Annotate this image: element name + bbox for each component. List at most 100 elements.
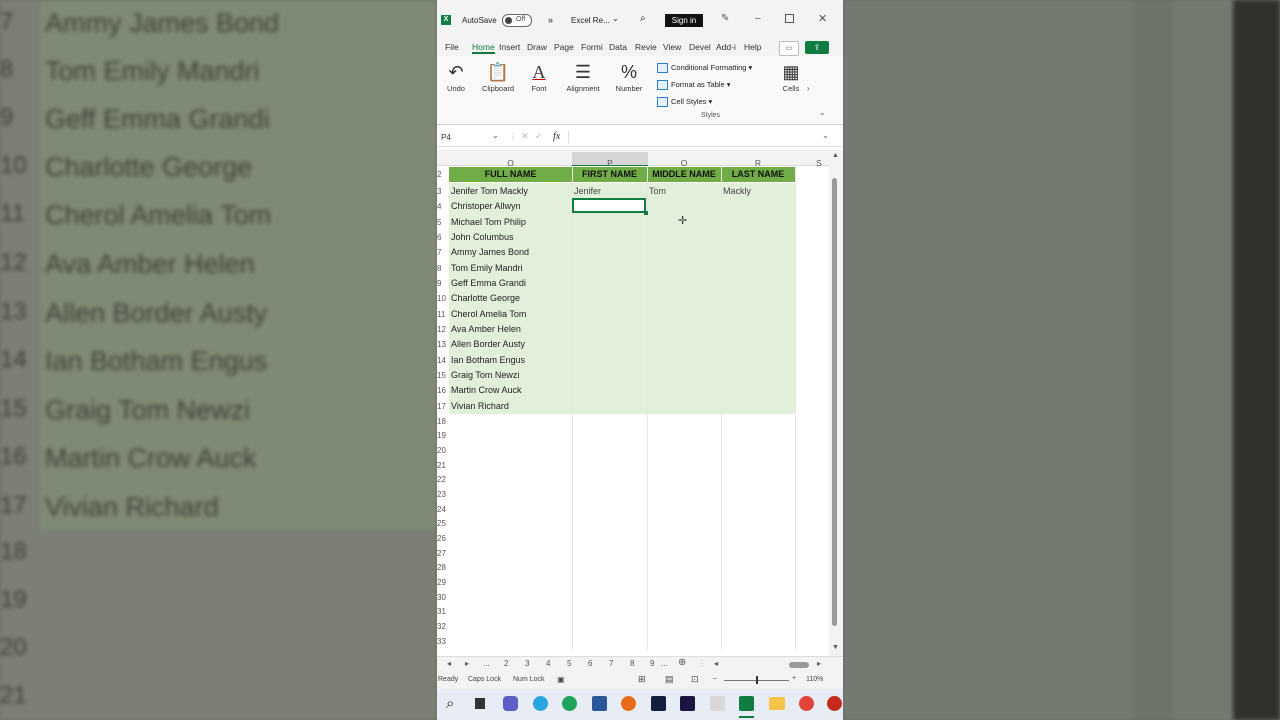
cell-full-name[interactable]: Michael Tom Philip: [451, 215, 526, 230]
row-number[interactable]: 17: [437, 399, 449, 414]
file-name[interactable]: Excel Re...: [571, 16, 610, 25]
sheet-tab[interactable]: ...: [483, 659, 490, 668]
word-icon[interactable]: [592, 696, 607, 711]
add-sheet-icon[interactable]: ⊕: [678, 657, 686, 668]
task-view-icon[interactable]: [475, 698, 485, 709]
scroll-up-icon[interactable]: ▲: [832, 152, 839, 159]
tab-draw[interactable]: Draw: [527, 42, 547, 52]
row-number[interactable]: 3: [437, 184, 449, 199]
minimize-icon[interactable]: –: [755, 13, 761, 24]
app-icon[interactable]: [710, 696, 725, 711]
sheet-tab[interactable]: 6: [588, 659, 592, 668]
scroll-left-icon[interactable]: ◂: [714, 659, 718, 668]
edge-icon[interactable]: [562, 696, 577, 711]
file-explorer-icon[interactable]: [769, 697, 785, 710]
font-group[interactable]: A Font: [527, 60, 551, 93]
cell-last-name[interactable]: Mackly: [723, 184, 751, 199]
sheet-tab[interactable]: 8: [630, 659, 634, 668]
ribbon-expand-icon[interactable]: ⌄: [819, 108, 826, 117]
photoshop-icon[interactable]: [651, 696, 666, 711]
scroll-down-icon[interactable]: ▼: [832, 644, 839, 651]
sheet-tab[interactable]: 7: [609, 659, 613, 668]
cell-middle-name[interactable]: Tom: [649, 184, 666, 199]
pen-icon[interactable]: ✎: [721, 13, 729, 24]
row-number[interactable]: 21: [437, 458, 449, 473]
row-number[interactable]: 28: [437, 560, 449, 575]
active-cell-p4[interactable]: [572, 198, 646, 213]
prev-sheet-icon[interactable]: ◂: [447, 659, 451, 668]
tab-home[interactable]: Home: [472, 42, 495, 54]
tab-insert[interactable]: Insert: [499, 42, 520, 52]
vertical-scrollbar[interactable]: ▲ ▼: [829, 150, 843, 656]
maximize-icon[interactable]: [785, 14, 794, 23]
firefox-icon[interactable]: [621, 696, 636, 711]
clipboard-group[interactable]: 📋 Clipboard: [479, 60, 517, 93]
scroll-right-icon[interactable]: ▸: [817, 659, 821, 668]
name-box[interactable]: P4: [441, 133, 451, 142]
page-layout-icon[interactable]: ▤: [665, 674, 674, 685]
cell-first-name[interactable]: Jenifer: [574, 184, 601, 199]
sheet-tab[interactable]: 4: [546, 659, 550, 668]
row-number[interactable]: 11: [437, 307, 449, 322]
cell-full-name[interactable]: Cherol Amelia Tom: [451, 307, 526, 322]
app-icon[interactable]: [827, 696, 842, 711]
row-number[interactable]: 7: [437, 245, 449, 260]
header-full-name[interactable]: FULL NAME: [449, 167, 572, 182]
tab-developer[interactable]: Devel: [689, 42, 711, 52]
cancel-icon[interactable]: ✕: [521, 131, 529, 142]
sheet-tab[interactable]: 5: [567, 659, 571, 668]
header-middle-name[interactable]: MIDDLE NAME: [647, 167, 721, 182]
row-number[interactable]: 32: [437, 619, 449, 634]
row-number[interactable]: 14: [437, 353, 449, 368]
tab-file[interactable]: File: [445, 42, 459, 52]
row-number[interactable]: 31: [437, 604, 449, 619]
premiere-icon[interactable]: [680, 696, 695, 711]
row-number[interactable]: 25: [437, 516, 449, 531]
row-number[interactable]: 13: [437, 337, 449, 352]
tab-page[interactable]: Page: [554, 42, 574, 52]
row-number[interactable]: 16: [437, 383, 449, 398]
enter-icon[interactable]: ✓: [535, 131, 543, 142]
cell-styles-button[interactable]: Cell Styles ▾: [657, 97, 712, 108]
close-icon[interactable]: ✕: [818, 12, 827, 25]
comment-button[interactable]: ▭: [779, 41, 799, 56]
row-number[interactable]: 4: [437, 199, 449, 214]
row-number[interactable]: 23: [437, 487, 449, 502]
cell-full-name[interactable]: John Columbus: [451, 230, 514, 245]
row-number[interactable]: 24: [437, 502, 449, 517]
row-number[interactable]: 26: [437, 531, 449, 546]
row-number[interactable]: 9: [437, 276, 449, 291]
cell-full-name[interactable]: Vivian Richard: [451, 399, 509, 414]
ribbon-scroll-right-icon[interactable]: ›: [807, 84, 810, 93]
tab-view[interactable]: View: [663, 42, 681, 52]
sheet-tab[interactable]: 2: [504, 659, 508, 668]
cell-full-name[interactable]: Charlotte George: [451, 291, 520, 306]
row-number[interactable]: 6: [437, 230, 449, 245]
row-number[interactable]: 15: [437, 368, 449, 383]
header-first-name[interactable]: FIRST NAME: [572, 167, 647, 182]
page-break-icon[interactable]: ⊡: [691, 674, 699, 685]
number-group[interactable]: % Number: [612, 60, 646, 93]
zoom-level[interactable]: 110%: [806, 676, 823, 683]
tab-formulas[interactable]: Formi: [581, 42, 603, 52]
excel-taskbar-icon[interactable]: [739, 696, 754, 711]
row-number[interactable]: 8: [437, 261, 449, 276]
name-box-dropdown-icon[interactable]: ⌄: [492, 131, 499, 140]
alignment-group[interactable]: ☰ Alignment: [562, 60, 604, 93]
row-number[interactable]: 22: [437, 472, 449, 487]
insert-function-icon[interactable]: fx: [553, 131, 560, 142]
row-number[interactable]: 33: [437, 634, 449, 649]
tab-review[interactable]: Revie: [635, 42, 657, 52]
row-number[interactable]: 29: [437, 575, 449, 590]
chrome-icon[interactable]: [799, 696, 814, 711]
row-number[interactable]: 30: [437, 590, 449, 605]
sheet-tab[interactable]: 9: [650, 659, 654, 668]
row-number[interactable]: 2: [437, 167, 449, 182]
cell-full-name[interactable]: Tom Emily Mandri: [451, 261, 523, 276]
cell-full-name[interactable]: Ian Botham Engus: [451, 353, 525, 368]
autosave-toggle[interactable]: Off: [502, 14, 532, 27]
conditional-formatting-button[interactable]: Conditional Formatting ▾: [657, 63, 752, 74]
expand-formula-icon[interactable]: ⌄: [822, 131, 829, 140]
teams-icon[interactable]: [503, 696, 518, 711]
accessibility-icon[interactable]: ▣: [557, 675, 565, 684]
